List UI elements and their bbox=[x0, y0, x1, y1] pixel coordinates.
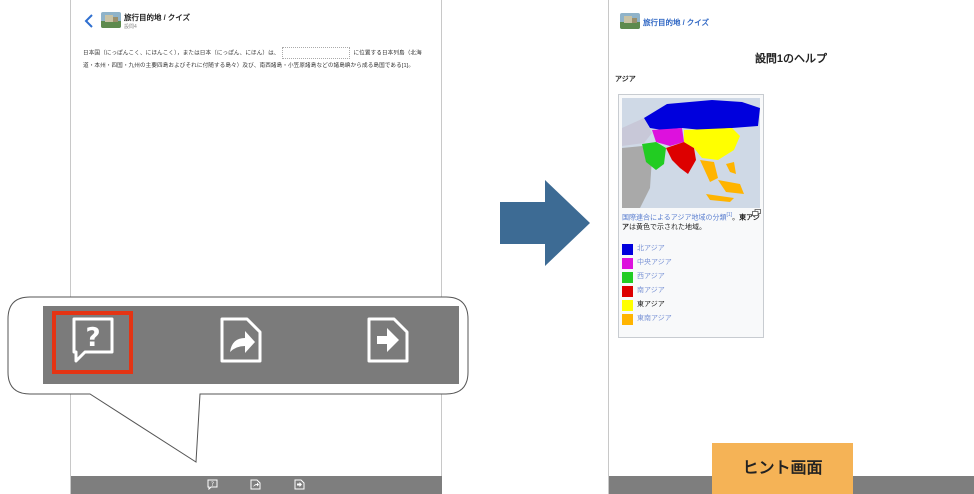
legend-swatch bbox=[622, 258, 633, 269]
caption-text: は黄色で示された地域。 bbox=[629, 224, 706, 232]
legend-swatch bbox=[622, 286, 633, 297]
hint-screen-label: ヒント画面 bbox=[712, 443, 853, 494]
hint-page-title[interactable]: 旅行目的地 / クイズ bbox=[643, 17, 709, 28]
transition-arrow-icon bbox=[500, 180, 590, 266]
destination-thumbnail-icon bbox=[620, 13, 640, 29]
next-arrow-icon[interactable] bbox=[366, 316, 410, 364]
legend-swatch bbox=[622, 314, 633, 325]
legend-label[interactable]: 北アジア bbox=[637, 243, 665, 255]
caption-link[interactable]: 国際連合によるアジア地域の分類 bbox=[622, 214, 727, 221]
legend-label: 東アジア bbox=[637, 301, 665, 308]
help-button-highlight bbox=[52, 311, 133, 374]
asia-region-map[interactable] bbox=[622, 98, 760, 208]
expand-image-icon[interactable] bbox=[752, 209, 761, 216]
map-caption: 国際連合によるアジア地域の分類[1]。東アジアは黄色で示された地域。 bbox=[622, 212, 760, 232]
legend-swatch bbox=[622, 244, 633, 255]
legend-label[interactable]: 西アジア bbox=[637, 271, 665, 283]
legend-swatch bbox=[622, 272, 633, 283]
legend-label[interactable]: 南アジア bbox=[637, 285, 665, 297]
caption-reference[interactable]: [1] bbox=[727, 212, 733, 218]
section-heading: アジア bbox=[615, 76, 636, 83]
legend-swatch bbox=[622, 300, 633, 311]
legend-label[interactable]: 中央アジア bbox=[637, 257, 672, 269]
help-title: 設問1のヘルプ bbox=[754, 53, 828, 65]
share-arrow-icon[interactable] bbox=[219, 316, 263, 364]
legend-label[interactable]: 東南アジア bbox=[637, 313, 672, 325]
